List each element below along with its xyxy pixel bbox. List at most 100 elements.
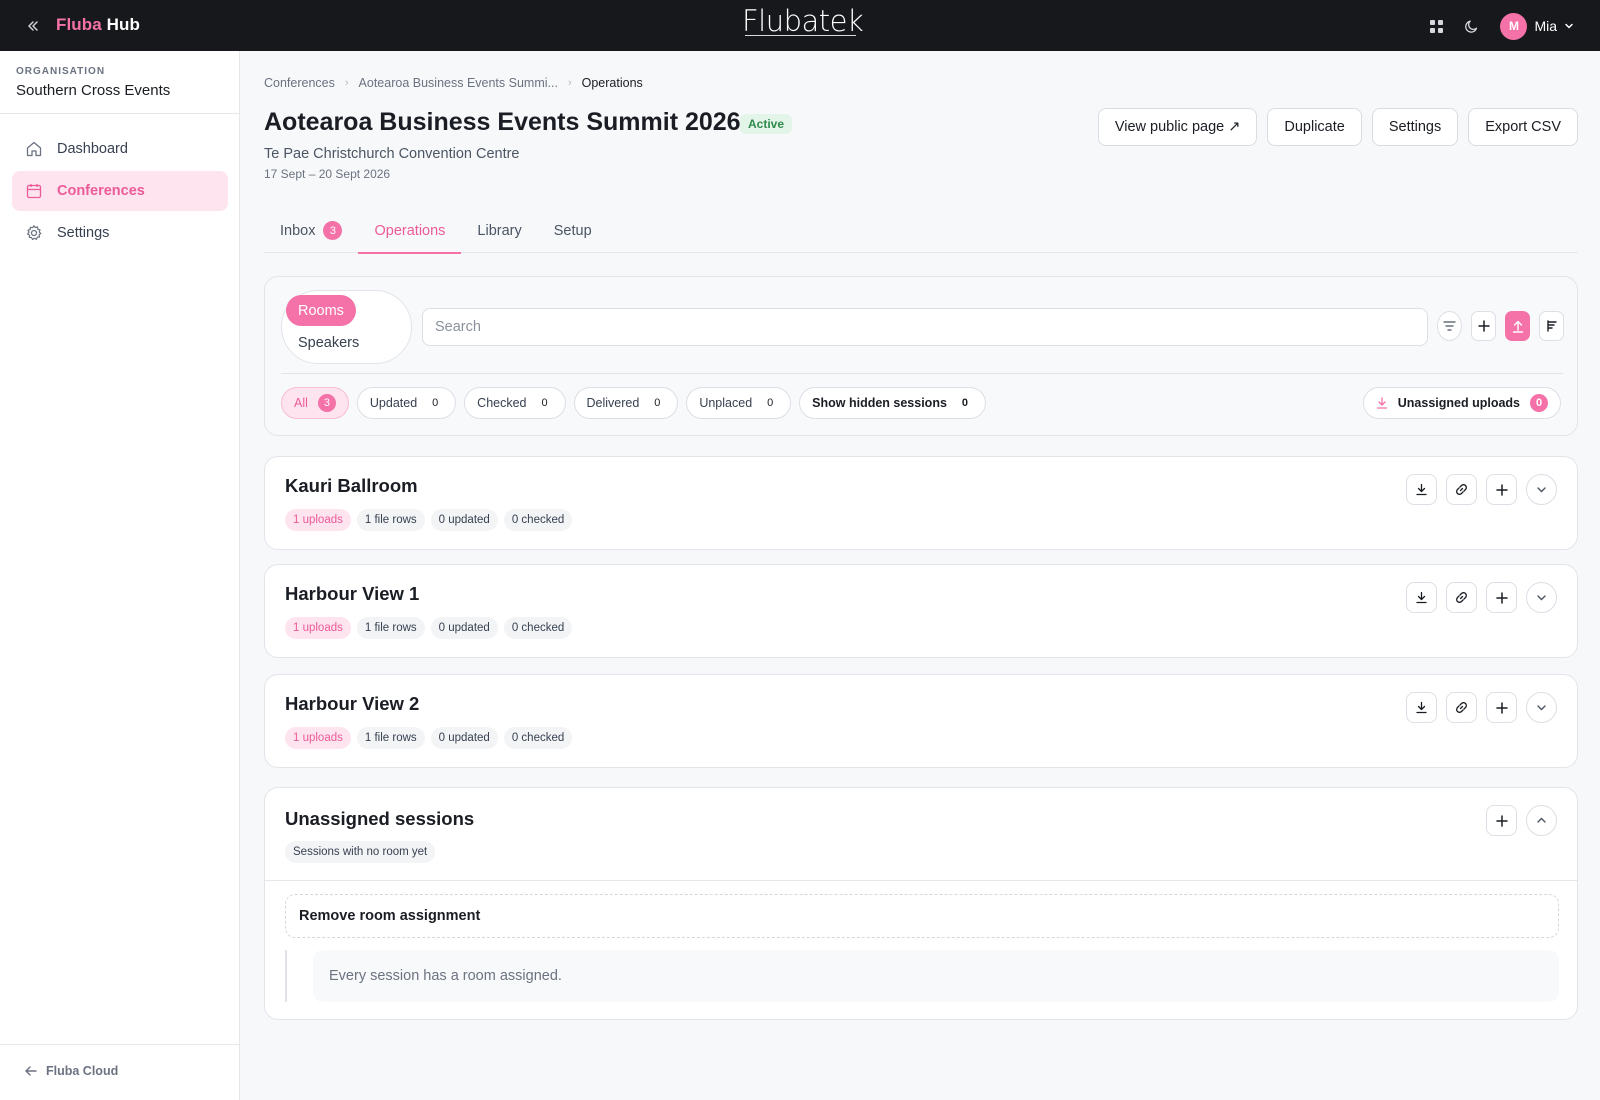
view-toggle: Rooms Speakers xyxy=(281,290,412,364)
unassigned-sessions-card: Unassigned sessions Sessions with no roo… xyxy=(264,787,1578,1020)
filter-label: Show hidden sessions xyxy=(812,396,947,410)
filter-delivered[interactable]: Delivered 0 xyxy=(573,387,679,419)
duplicate-button[interactable]: Duplicate xyxy=(1267,108,1362,146)
remove-room-assignment-dropzone[interactable]: Remove room assignment xyxy=(285,894,1559,938)
unassigned-sessions-subtitle: Sessions with no room yet xyxy=(285,841,436,863)
tab-operations[interactable]: Operations xyxy=(358,208,462,254)
breadcrumb-conferences[interactable]: Conferences xyxy=(264,76,335,90)
app-brand[interactable]: Fluba Hub xyxy=(56,15,140,35)
download-icon[interactable] xyxy=(1406,474,1437,505)
unassigned-uploads-label: Unassigned uploads xyxy=(1397,396,1520,410)
sidebar-item-dashboard[interactable]: Dashboard xyxy=(12,129,228,169)
breadcrumb-event[interactable]: Aotearoa Business Events Summi... xyxy=(359,76,558,90)
filter-chips: All 3 Updated 0 Checked 0 Delivered 0 Un… xyxy=(281,387,986,419)
breadcrumb-separator: › xyxy=(344,77,349,89)
toolbar-icon-buttons xyxy=(1437,311,1564,341)
checked-stat: 0 checked xyxy=(503,509,573,531)
user-name: Mia xyxy=(1534,18,1557,34)
settings-button[interactable]: Settings xyxy=(1371,108,1459,146)
link-icon[interactable] xyxy=(1446,692,1477,723)
calendar-icon xyxy=(26,184,42,199)
search-input[interactable] xyxy=(422,308,1428,346)
tab-inbox[interactable]: Inbox 3 xyxy=(264,208,358,253)
arrow-left-icon xyxy=(25,1066,37,1076)
tab-label: Setup xyxy=(553,222,592,239)
sidebar-divider xyxy=(0,113,239,114)
download-icon[interactable] xyxy=(1406,692,1437,723)
dark-mode-moon-icon[interactable] xyxy=(1458,12,1486,40)
link-icon[interactable] xyxy=(1446,582,1477,613)
checked-stat: 0 checked xyxy=(503,727,573,749)
user-menu[interactable]: M Mia xyxy=(1500,12,1574,40)
link-icon[interactable] xyxy=(1446,474,1477,505)
upload-icon[interactable] xyxy=(1505,311,1530,341)
filter-checked[interactable]: Checked 0 xyxy=(464,387,566,419)
breadcrumb-current: Operations xyxy=(581,76,643,90)
org-name[interactable]: Southern Cross Events xyxy=(16,82,170,99)
event-venue: Te Pae Christchurch Convention Centre xyxy=(264,146,520,162)
filter-unplaced[interactable]: Unplaced 0 xyxy=(686,387,792,419)
unassigned-sessions-actions xyxy=(1486,805,1557,836)
filter-all[interactable]: All 3 xyxy=(281,387,349,419)
room-actions xyxy=(1406,474,1557,505)
unassigned-uploads-button[interactable]: Unassigned uploads 0 xyxy=(1362,387,1561,419)
chevron-down-icon[interactable] xyxy=(1526,582,1557,613)
add-icon[interactable] xyxy=(1486,582,1517,613)
tab-bar: Inbox 3 Operations Library Setup xyxy=(264,208,1578,254)
empty-state-message: Every session has a room assigned. xyxy=(313,950,1559,1002)
download-icon xyxy=(1376,397,1387,409)
add-icon[interactable] xyxy=(1486,474,1517,505)
chevron-down-icon xyxy=(1565,23,1573,29)
tab-setup[interactable]: Setup xyxy=(538,208,608,253)
add-icon[interactable] xyxy=(1486,805,1517,836)
add-icon[interactable] xyxy=(1486,692,1517,723)
sidebar-item-label: Conferences xyxy=(57,183,145,199)
room-card: Harbour View 1 1 uploads 1 file rows 0 u… xyxy=(264,564,1578,658)
fluba-cloud-label: Fluba Cloud xyxy=(46,1064,119,1078)
uploads-stat: 1 uploads xyxy=(285,727,351,749)
view-speakers-option[interactable]: Speakers xyxy=(298,335,359,351)
view-rooms-option[interactable]: Rooms xyxy=(286,295,356,326)
updated-stat: 0 updated xyxy=(430,617,498,639)
brand-part-2: Hub xyxy=(106,15,141,34)
tab-label: Inbox xyxy=(280,222,316,239)
room-card: Harbour View 2 1 uploads 1 file rows 0 u… xyxy=(264,674,1578,768)
filter-updated[interactable]: Updated 0 xyxy=(356,387,457,419)
show-hidden-sessions-toggle[interactable]: Show hidden sessions 0 xyxy=(799,387,986,419)
sidebar-item-settings[interactable]: Settings xyxy=(12,213,228,253)
file-rows-stat: 1 file rows xyxy=(356,727,425,749)
view-public-page-button[interactable]: View public page ↗ xyxy=(1097,108,1258,146)
inbox-count-badge: 3 xyxy=(323,221,343,240)
company-logo: Flubatek xyxy=(742,4,864,38)
apps-grid-icon[interactable] xyxy=(1422,12,1450,40)
sidebar-item-label: Dashboard xyxy=(57,141,128,157)
tab-library[interactable]: Library xyxy=(461,208,537,253)
sidebar-item-conferences[interactable]: Conferences xyxy=(12,171,228,211)
unassigned-sessions-note: Sessions with no room yet xyxy=(285,841,436,863)
header-actions: View public page ↗ Duplicate Settings Ex… xyxy=(1097,108,1578,146)
unassigned-uploads-count: 0 xyxy=(1530,394,1548,412)
chevron-down-icon[interactable] xyxy=(1526,692,1557,723)
add-icon[interactable] xyxy=(1471,311,1496,341)
tab-label: Library xyxy=(477,222,522,239)
filter-count: 0 xyxy=(961,397,968,409)
filter-count: 0 xyxy=(767,397,774,409)
status-badge: Active xyxy=(740,114,793,134)
download-icon[interactable] xyxy=(1406,582,1437,613)
sidebar: ORGANISATION Southern Cross Events Dashb… xyxy=(0,51,240,1100)
file-rows-stat: 1 file rows xyxy=(356,617,425,639)
export-csv-button[interactable]: Export CSV xyxy=(1468,108,1578,146)
event-dates: 17 Sept – 20 Sept 2026 xyxy=(264,167,391,181)
collapse-sidebar-icon[interactable] xyxy=(22,15,44,37)
filter-label: Delivered xyxy=(586,396,640,410)
chevron-up-icon[interactable] xyxy=(1526,805,1557,836)
chevron-down-icon[interactable] xyxy=(1526,474,1557,505)
room-actions xyxy=(1406,692,1557,723)
avatar: M xyxy=(1500,12,1528,40)
fluba-cloud-link[interactable]: Fluba Cloud xyxy=(24,1064,118,1078)
filter-icon[interactable] xyxy=(1437,311,1462,341)
room-title: Kauri Ballroom xyxy=(285,475,418,496)
logo-underline xyxy=(745,35,856,36)
layout-columns-icon[interactable] xyxy=(1539,311,1564,341)
top-right-controls: M Mia xyxy=(1422,12,1574,40)
